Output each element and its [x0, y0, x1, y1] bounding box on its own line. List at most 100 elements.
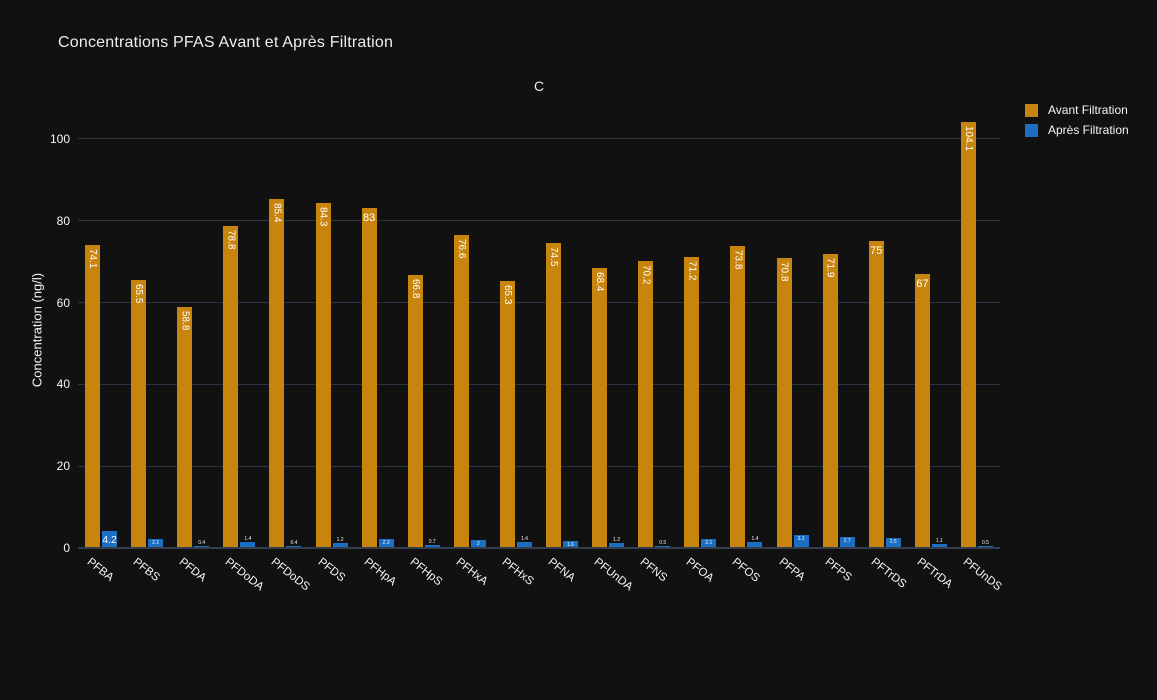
x-tick-label-PFBA: PFBA: [85, 556, 116, 584]
bar-label-avant-PFDA: 58.8: [179, 311, 190, 330]
x-tick-label-PFUnDS: PFUnDS: [961, 556, 1004, 593]
bar-label-avant-PFTrDS: 75: [867, 245, 886, 257]
gridline-80: [78, 220, 1000, 221]
bar-avant-PFNA[interactable]: [546, 243, 561, 548]
bar-label-apres-PFOA: 2.1: [697, 540, 720, 546]
bar-label-avant-PFOS: 73.8: [732, 250, 743, 269]
bar-label-avant-PFNS: 70.2: [640, 265, 651, 284]
chart-canvas: Concentrations PFAS Avant et Après Filtr…: [0, 0, 1157, 700]
bar-avant-PFDoDS[interactable]: [269, 199, 284, 548]
x-tick-label-PFTrDA: PFTrDA: [914, 556, 954, 591]
x-tick-label-PFPS: PFPS: [822, 556, 853, 584]
bar-label-apres-PFTrDA: 1.1: [928, 538, 951, 544]
bar-label-avant-PFHpS: 66.8: [410, 279, 421, 298]
y-tick-label-80: 80: [30, 214, 70, 228]
bar-avant-PFDS[interactable]: [316, 203, 331, 548]
chart-subtitle: C: [78, 78, 1000, 94]
bar-avant-PFTrDA[interactable]: [915, 274, 930, 548]
gridline-20: [78, 466, 1000, 467]
bar-avant-PFBA[interactable]: [85, 245, 100, 548]
bar-label-apres-PFPS: 2.7: [836, 538, 859, 544]
x-tick-label-PFHpS: PFHpS: [407, 556, 444, 588]
x-tick-label-PFOS: PFOS: [730, 556, 762, 585]
x-tick-label-PFUnDA: PFUnDA: [592, 556, 635, 593]
legend-item-apres-filtration[interactable]: Après Filtration: [1025, 123, 1129, 137]
x-tick-label-PFDA: PFDA: [177, 556, 209, 584]
bar-label-apres-PFNS: 0.5: [651, 540, 674, 546]
bar-label-apres-PFHpA: 2.3: [375, 540, 398, 546]
chart-title: Concentrations PFAS Avant et Après Filtr…: [58, 34, 393, 52]
x-tick-label-PFNS: PFNS: [638, 556, 670, 584]
bar-avant-PFPS[interactable]: [823, 254, 838, 548]
x-tick-label-PFDoDA: PFDoDA: [223, 556, 266, 593]
bar-avant-PFPA[interactable]: [777, 258, 792, 548]
y-axis-title: Concentration (ng/l): [30, 273, 45, 387]
bar-label-apres-PFHpS: 0.7: [421, 539, 444, 545]
bar-label-apres-PFTrDS: 2.5: [882, 539, 905, 545]
bar-label-apres-PFDA: 0.4: [190, 540, 213, 546]
bar-avant-PFHxA[interactable]: [454, 235, 469, 548]
bar-label-apres-PFUnDA: 1.2: [605, 537, 628, 543]
bar-avant-PFOS[interactable]: [730, 246, 745, 548]
y-tick-label-100: 100: [30, 132, 70, 146]
x-tick-label-PFBS: PFBS: [131, 556, 162, 584]
bar-avant-PFUnDA[interactable]: [592, 268, 607, 548]
bar-label-avant-PFUnDA: 68.4: [594, 272, 605, 291]
x-tick-label-PFDS: PFDS: [315, 556, 347, 584]
bar-avant-PFHpA[interactable]: [362, 208, 377, 548]
plot-area: 02040608010074.14.2PFBA65.52.1PFBS58.80.…: [78, 105, 1000, 548]
legend-swatch-apres-icon: [1025, 124, 1038, 137]
x-tick-label-PFHxA: PFHxA: [453, 556, 489, 588]
bar-label-avant-PFNA: 74.5: [548, 247, 559, 266]
bar-label-avant-PFBS: 65.5: [133, 284, 144, 303]
legend-swatch-avant-icon: [1025, 104, 1038, 117]
bar-label-avant-PFTrDA: 67: [913, 278, 932, 290]
gridline-40: [78, 384, 1000, 385]
bar-label-apres-PFOS: 1.4: [743, 536, 766, 542]
bar-avant-PFHxS[interactable]: [500, 281, 515, 548]
legend-label-avant: Avant Filtration: [1048, 103, 1128, 117]
bar-label-avant-PFBA: 74.1: [87, 249, 98, 268]
bar-label-avant-PFOA: 71.2: [686, 261, 697, 280]
legend-label-apres: Après Filtration: [1048, 123, 1129, 137]
x-tick-label-PFDoDS: PFDoDS: [269, 556, 312, 593]
x-tick-label-PFPA: PFPA: [776, 556, 806, 583]
x-tick-label-PFNA: PFNA: [546, 556, 578, 584]
bar-label-apres-PFUnDS: 0.5: [974, 540, 997, 546]
gridline-100: [78, 138, 1000, 139]
bar-label-avant-PFPA: 70.8: [779, 262, 790, 281]
legend: Avant Filtration Après Filtration: [1025, 103, 1129, 143]
x-tick-label-PFHxS: PFHxS: [500, 556, 536, 588]
bar-avant-PFDoDA[interactable]: [223, 226, 238, 548]
bar-avant-PFBS[interactable]: [131, 280, 146, 548]
bar-label-avant-PFPS: 71.9: [825, 258, 836, 277]
bar-avant-PFOA[interactable]: [684, 257, 699, 548]
x-tick-label-PFTrDS: PFTrDS: [868, 556, 908, 591]
bar-label-apres-PFHxS: 1.4: [513, 536, 536, 542]
y-tick-label-60: 60: [30, 296, 70, 310]
bar-label-avant-PFHxA: 76.6: [456, 239, 467, 258]
gridline-60: [78, 302, 1000, 303]
bar-avant-PFTrDS[interactable]: [869, 241, 884, 548]
legend-item-avant-filtration[interactable]: Avant Filtration: [1025, 103, 1129, 117]
bar-label-avant-PFDS: 84.3: [318, 207, 329, 226]
bar-label-apres-PFPA: 3.1: [790, 536, 813, 542]
bar-label-avant-PFHxS: 65.3: [502, 285, 513, 304]
bar-label-apres-PFBA: 4.2: [100, 534, 119, 546]
bar-label-avant-PFDoDS: 85.4: [271, 203, 282, 222]
bar-avant-PFHpS[interactable]: [408, 275, 423, 548]
bar-avant-PFNS[interactable]: [638, 261, 653, 548]
x-tick-label-PFHpA: PFHpA: [361, 556, 398, 588]
bar-label-avant-PFDoDA: 78.8: [225, 230, 236, 249]
x-tick-label-PFOA: PFOA: [684, 556, 716, 585]
bar-label-avant-PFUnDS: 104.1: [963, 126, 974, 151]
x-axis-zeroline: [78, 547, 1000, 549]
bar-avant-PFUnDS[interactable]: [961, 122, 976, 548]
bar-label-avant-PFHpA: 83: [360, 212, 379, 224]
bar-avant-PFDA[interactable]: [177, 307, 192, 548]
y-tick-label-20: 20: [30, 459, 70, 473]
bar-label-apres-PFDoDA: 1.4: [236, 536, 259, 542]
bar-label-apres-PFDS: 1.2: [329, 537, 352, 543]
bar-label-apres-PFHxA: 2: [467, 541, 490, 547]
y-tick-label-0: 0: [30, 541, 70, 555]
